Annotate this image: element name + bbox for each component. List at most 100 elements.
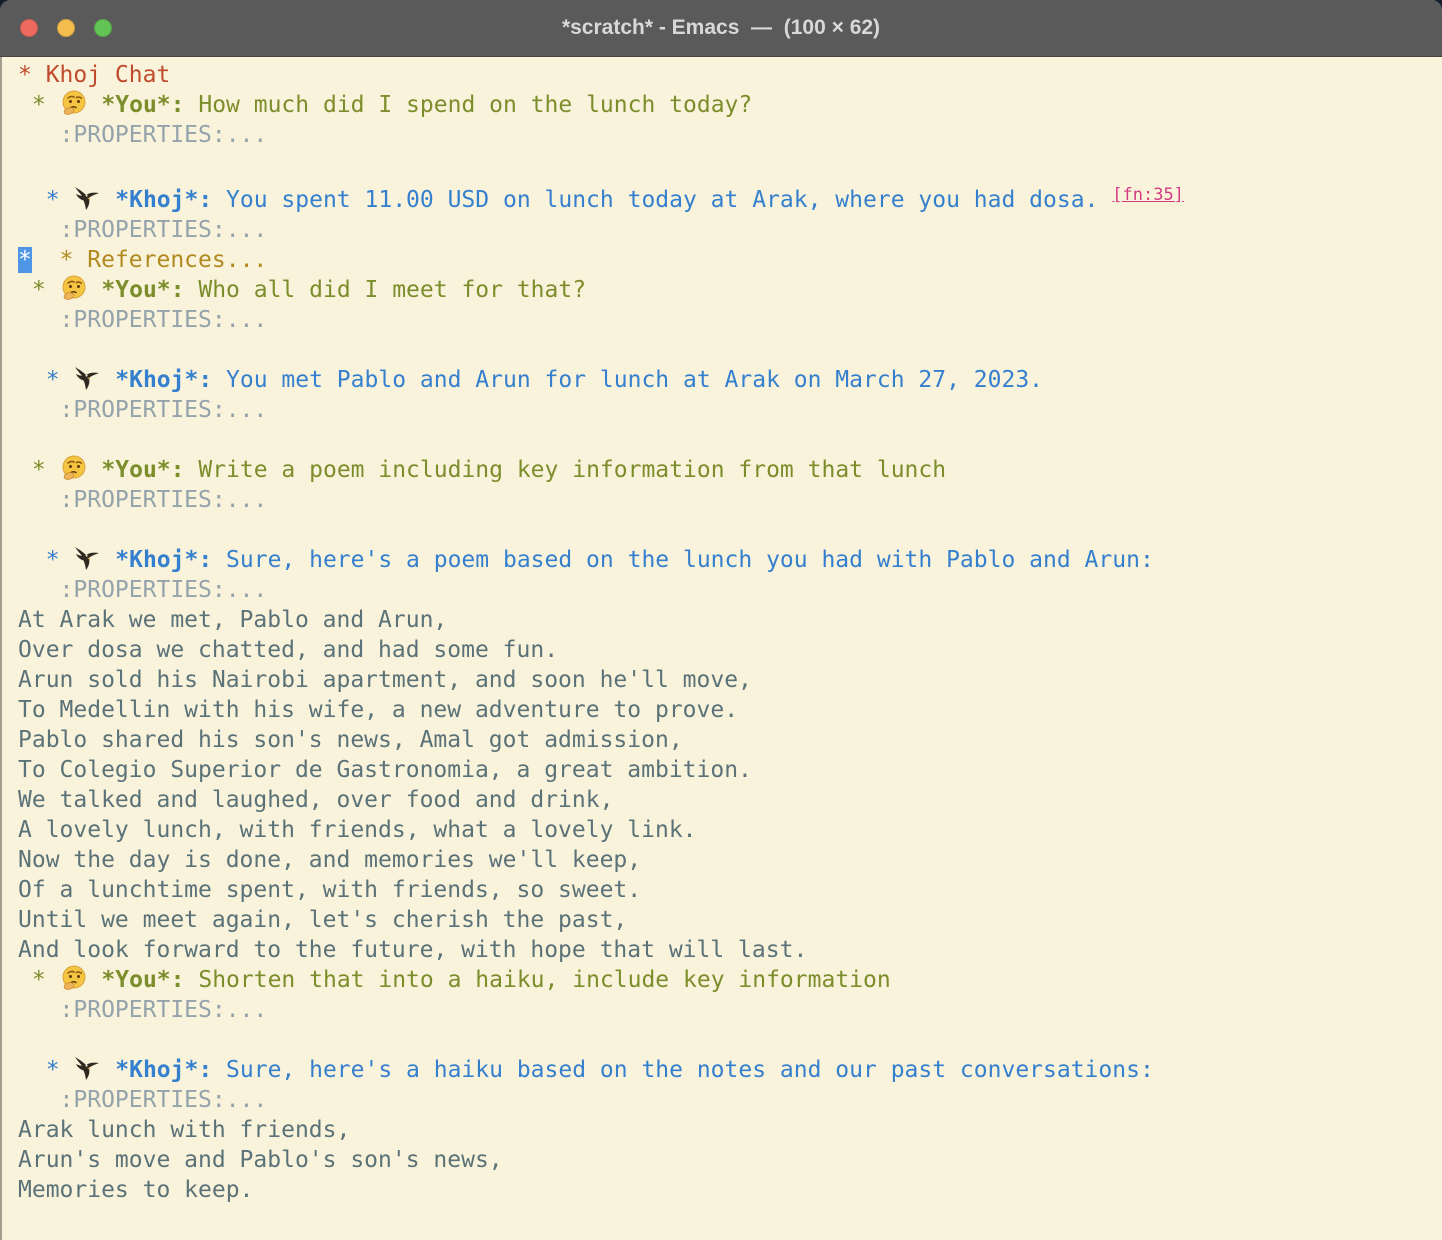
you-speaker-label: *You*: (101, 277, 184, 303)
properties-drawer[interactable]: :PROPERTIES:... (18, 577, 267, 603)
khoj-speaker-label: *Khoj*: (115, 187, 212, 213)
eagle-icon (73, 185, 101, 211)
property-drawer-folded[interactable]: :PROPERTIES:... (18, 120, 1442, 150)
chat-message-khoj[interactable]: * *Khoj*: You met Pablo and Arun for lun… (18, 365, 1442, 395)
blank-line (18, 1025, 1442, 1055)
text-segment: And look forward to the future, with hop… (18, 937, 807, 963)
poem-line: Arun sold his Nairobi apartment, and soo… (18, 665, 1442, 695)
haiku-line: Memories to keep. (18, 1175, 1442, 1205)
title-bar[interactable]: *scratch* - Emacs — (100 × 62) (0, 0, 1442, 57)
text-segment: Of a lunchtime spent, with friends, so s… (18, 877, 641, 903)
khoj-answer-3: Sure, here's a poem based on the lunch y… (212, 547, 1154, 573)
text-segment: Pablo shared his son's news, Amal got ad… (18, 727, 683, 753)
window-title: *scratch* - Emacs — (100 × 62) (0, 16, 1442, 40)
you-speaker-label: *You*: (101, 967, 184, 993)
chat-message-khoj[interactable]: * *Khoj*: Sure, here's a poem based on t… (18, 545, 1442, 575)
khoj-answer-1: You spent 11.00 USD on lunch today at Ar… (212, 187, 1112, 213)
poem-line: At Arak we met, Pablo and Arun, (18, 605, 1442, 635)
property-drawer-folded[interactable]: :PROPERTIES:... (18, 575, 1442, 605)
text-segment: A lovely lunch, with friends, what a lov… (18, 817, 697, 843)
text-segment: Over dosa we chatted, and had some fun. (18, 637, 558, 663)
property-drawer-folded[interactable]: :PROPERTIES:... (18, 485, 1442, 515)
references-line[interactable]: * * References... (18, 245, 1442, 275)
property-drawer-folded[interactable]: :PROPERTIES:... (18, 395, 1442, 425)
text-segment: * (18, 92, 60, 118)
chat-message-khoj[interactable]: * *Khoj*: Sure, here's a haiku based on … (18, 1055, 1442, 1085)
text-segment (101, 547, 115, 573)
text-segment: We talked and laughed, over food and dri… (18, 787, 613, 813)
properties-drawer[interactable]: :PROPERTIES:... (18, 217, 267, 243)
thinking-face-icon (60, 455, 88, 481)
text-segment (88, 457, 102, 483)
poem-line: Of a lunchtime spent, with friends, so s… (18, 875, 1442, 905)
text-segment (101, 367, 115, 393)
window-controls (20, 0, 112, 56)
you-question-1: How much did I spend on the lunch today? (185, 92, 753, 118)
haiku-line: Arun's move and Pablo's son's news, (18, 1145, 1442, 1175)
haiku-line: Arak lunch with friends, (18, 1115, 1442, 1145)
properties-drawer[interactable]: :PROPERTIES:... (18, 487, 267, 513)
org-heading-khoj-chat[interactable]: * Khoj Chat (18, 60, 1442, 90)
footnote-link[interactable]: [fn:35] (1112, 185, 1184, 205)
text-segment: Memories to keep. (18, 1177, 253, 1203)
properties-drawer[interactable]: :PROPERTIES:... (18, 1087, 267, 1113)
khoj-speaker-label: *Khoj*: (115, 547, 212, 573)
poem-line: Pablo shared his son's news, Amal got ad… (18, 725, 1442, 755)
property-drawer-folded[interactable]: :PROPERTIES:... (18, 1085, 1442, 1115)
poem-line: We talked and laughed, over food and dri… (18, 785, 1442, 815)
chat-message-you[interactable]: * *You*: Write a poem including key info… (18, 455, 1442, 485)
text-segment: * (18, 547, 73, 573)
text-segment (88, 967, 102, 993)
text-segment: * (18, 967, 60, 993)
text-cursor: * (18, 247, 32, 273)
chat-message-you[interactable]: * *You*: How much did I spend on the lun… (18, 90, 1442, 120)
khoj-speaker-label: *Khoj*: (115, 1057, 212, 1083)
properties-drawer[interactable]: :PROPERTIES:... (18, 307, 267, 333)
text-segment (101, 187, 115, 213)
you-question-4: Shorten that into a haiku, include key i… (185, 967, 891, 993)
text-segment (88, 92, 102, 118)
properties-drawer[interactable]: :PROPERTIES:... (18, 122, 267, 148)
text-segment: Arun sold his Nairobi apartment, and soo… (18, 667, 752, 693)
blank-line (18, 150, 1442, 180)
you-question-2: Who all did I meet for that? (185, 277, 587, 303)
text-segment: To Medellin with his wife, a new adventu… (18, 697, 738, 723)
you-speaker-label: *You*: (101, 92, 184, 118)
poem-line: Until we meet again, let's cherish the p… (18, 905, 1442, 935)
eagle-icon (73, 545, 101, 571)
properties-drawer[interactable]: :PROPERTIES:... (18, 397, 267, 423)
text-segment: * (18, 367, 73, 393)
chat-message-khoj[interactable]: * *Khoj*: You spent 11.00 USD on lunch t… (18, 180, 1442, 215)
references-heading-folded[interactable]: * References... (32, 247, 267, 273)
emacs-buffer[interactable]: * Khoj Chat * *You*: How much did I spen… (0, 57, 1442, 1205)
poem-line: A lovely lunch, with friends, what a lov… (18, 815, 1442, 845)
text-segment: Arun's move and Pablo's son's news, (18, 1147, 503, 1173)
chat-message-you[interactable]: * *You*: Shorten that into a haiku, incl… (18, 965, 1442, 995)
text-segment: * (18, 457, 60, 483)
buffer-lines: * Khoj Chat * *You*: How much did I spen… (18, 60, 1442, 1205)
you-speaker-label: *You*: (101, 457, 184, 483)
property-drawer-folded[interactable]: :PROPERTIES:... (18, 215, 1442, 245)
text-segment (101, 1057, 115, 1083)
blank-line (18, 515, 1442, 545)
text-segment: At Arak we met, Pablo and Arun, (18, 607, 447, 633)
property-drawer-folded[interactable]: :PROPERTIES:... (18, 305, 1442, 335)
properties-drawer[interactable]: :PROPERTIES:... (18, 997, 267, 1023)
blank-line (18, 335, 1442, 365)
blank-line (18, 425, 1442, 455)
text-segment: * (18, 277, 60, 303)
you-question-3: Write a poem including key information f… (185, 457, 947, 483)
text-segment: Until we meet again, let's cherish the p… (18, 907, 627, 933)
text-segment (88, 277, 102, 303)
close-button[interactable] (20, 19, 38, 37)
emacs-window: *scratch* - Emacs — (100 × 62) * Khoj Ch… (0, 0, 1442, 1240)
text-segment: * (18, 1057, 73, 1083)
property-drawer-folded[interactable]: :PROPERTIES:... (18, 995, 1442, 1025)
chat-message-you[interactable]: * *You*: Who all did I meet for that? (18, 275, 1442, 305)
poem-line: And look forward to the future, with hop… (18, 935, 1442, 965)
zoom-button[interactable] (94, 19, 112, 37)
minimize-button[interactable] (57, 19, 75, 37)
text-segment: To Colegio Superior de Gastronomia, a gr… (18, 757, 752, 783)
thinking-face-icon (60, 90, 88, 116)
thinking-face-icon (60, 965, 88, 991)
